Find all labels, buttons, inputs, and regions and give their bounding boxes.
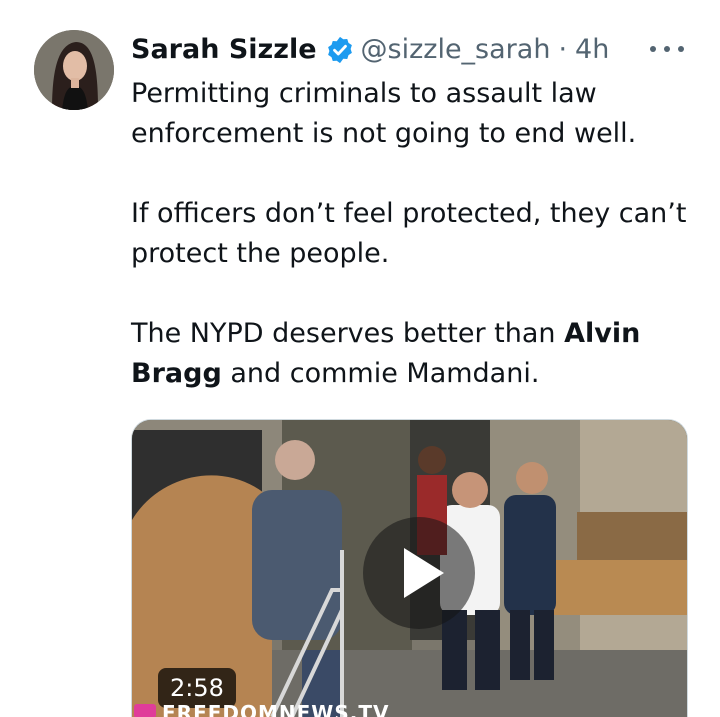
tweet-paragraph-3-start: The NYPD deserves better than bbox=[131, 318, 565, 349]
video-player[interactable]: 2:58 FREEDOMNEWS.TV bbox=[131, 419, 688, 717]
tweet-paragraph-2: If officers don’t feel protected, they c… bbox=[131, 198, 687, 269]
timestamp[interactable]: 4h bbox=[575, 30, 609, 70]
tweet-text: Permitting criminals to assault law enfo… bbox=[131, 74, 691, 394]
separator-dot: · bbox=[558, 34, 568, 65]
tweet-paragraph-3-end: and commie Mamdani. bbox=[221, 358, 540, 389]
more-options-icon[interactable] bbox=[650, 36, 684, 62]
tweet-header: Sarah Sizzle @sizzle_sarah · 4h bbox=[131, 30, 609, 70]
verified-badge-icon[interactable] bbox=[325, 35, 355, 65]
video-watermark: FREEDOMNEWS.TV bbox=[162, 701, 390, 717]
tweet-paragraph-1: Permitting criminals to assault law enfo… bbox=[131, 78, 637, 149]
play-icon[interactable] bbox=[363, 517, 475, 629]
tweet-paragraph-3: The NYPD deserves better than Alvin Brag… bbox=[131, 314, 691, 394]
avatar[interactable] bbox=[34, 30, 114, 110]
author-name[interactable]: Sarah Sizzle bbox=[131, 30, 317, 70]
author-handle[interactable]: @sizzle_sarah bbox=[361, 30, 551, 70]
watermark-logo bbox=[134, 704, 156, 717]
